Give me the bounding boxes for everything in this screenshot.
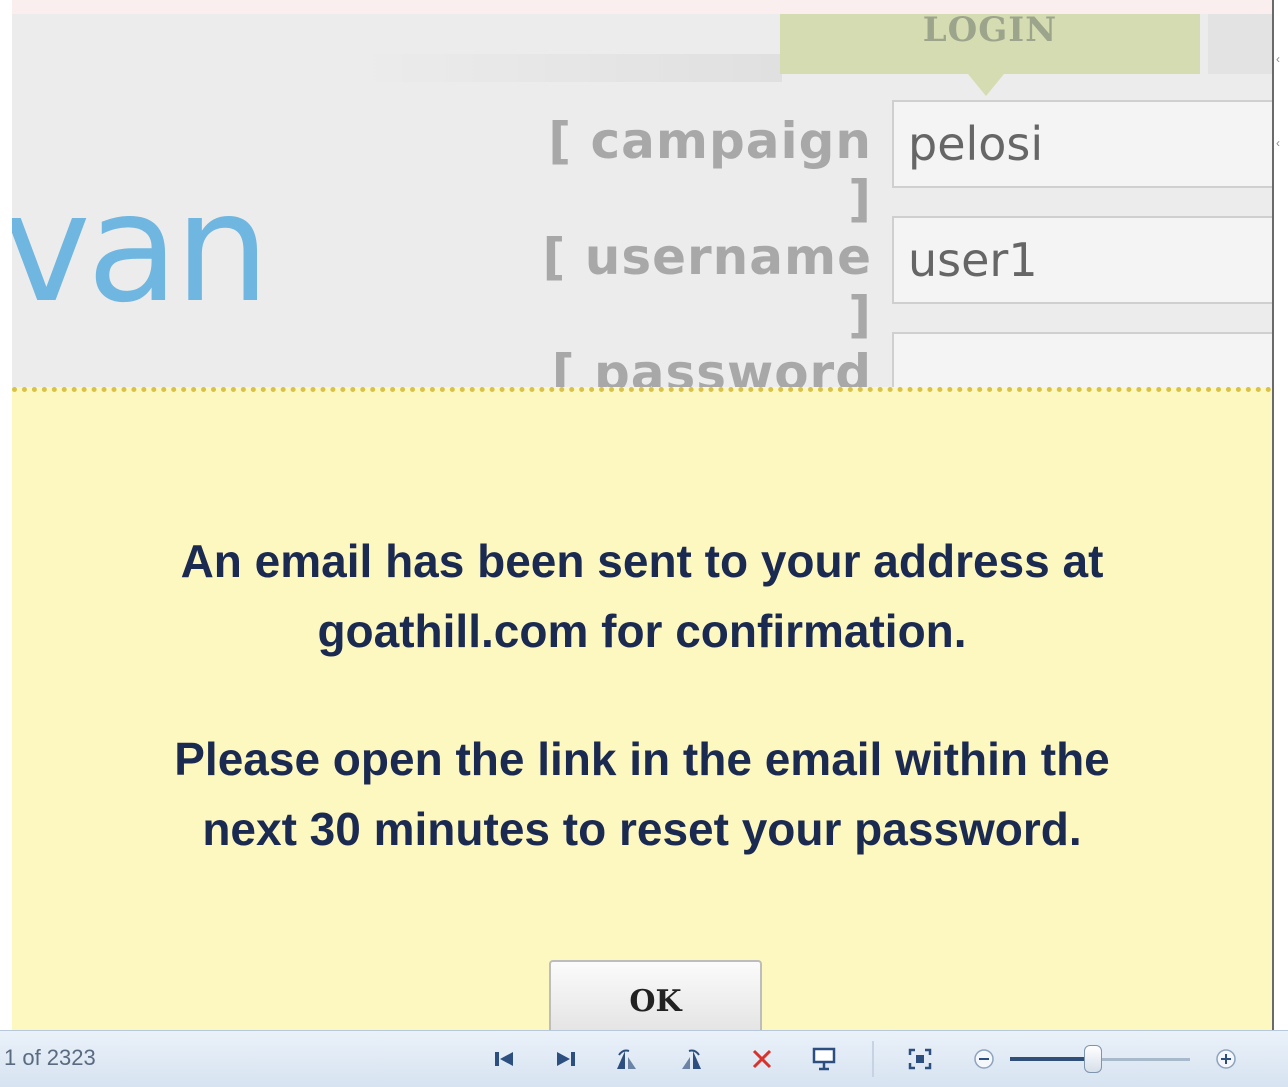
logo: van: [12, 162, 270, 336]
login-tab-label: LOGIN: [922, 14, 1058, 50]
rotate-left-button[interactable]: [606, 1039, 646, 1079]
image-viewer-window: LOGIN van [ campaign ] [ username ] [ pa…: [0, 0, 1288, 1087]
edge-glyph: ‹: [1276, 52, 1280, 66]
edge-glyph: ‹: [1276, 136, 1280, 150]
slideshow-icon: [812, 1047, 836, 1071]
zoom-in-button[interactable]: [1206, 1039, 1246, 1079]
viewer-toolbar: 1 of 2323: [0, 1030, 1288, 1087]
rotate-right-icon: [682, 1049, 701, 1069]
zoom-slider-thumb[interactable]: [1084, 1045, 1102, 1073]
image-counter: 1 of 2323: [4, 1045, 96, 1070]
window-top-edge: [0, 0, 1288, 14]
actual-size-icon: [908, 1048, 932, 1070]
header-band: [352, 54, 782, 82]
ok-button[interactable]: OK: [549, 960, 762, 1035]
login-tab[interactable]: LOGIN: [780, 14, 1200, 74]
rotate-right-button[interactable]: [672, 1039, 712, 1079]
notice-line-2: goathill.com for confirmation.: [317, 605, 967, 657]
notice-line-3: Please open the link in the email within…: [174, 733, 1110, 785]
zoom-out-button[interactable]: [964, 1039, 1004, 1079]
login-tab-pointer: [968, 74, 1004, 96]
window-left-edge: [0, 0, 12, 1030]
previous-icon: [495, 1052, 513, 1066]
zoom-in-icon: [1216, 1049, 1236, 1069]
confirmation-panel: An email has been sent to your address a…: [12, 387, 1272, 1035]
campaign-input[interactable]: [892, 100, 1272, 188]
notice-line-1: An email has been sent to your address a…: [180, 535, 1104, 587]
delete-icon: [752, 1049, 772, 1069]
zoom-out-icon: [974, 1049, 994, 1069]
next-icon: [557, 1052, 575, 1066]
rotate-left-icon: [617, 1049, 636, 1069]
window-right-edge: ‹ ‹: [1272, 0, 1288, 1030]
slideshow-button[interactable]: [804, 1039, 844, 1079]
previous-button[interactable]: [484, 1039, 524, 1079]
tab-strip: [1208, 14, 1272, 74]
delete-button[interactable]: [742, 1039, 782, 1079]
zoom-slider-fill: [1010, 1057, 1090, 1061]
toolbar-separator: [872, 1041, 874, 1077]
username-label: [ username ]: [542, 228, 872, 344]
username-input[interactable]: [892, 216, 1272, 304]
campaign-label: [ campaign ]: [548, 112, 872, 228]
actual-size-button[interactable]: [900, 1039, 940, 1079]
next-button[interactable]: [546, 1039, 586, 1079]
notice-line-4: next 30 minutes to reset your password.: [202, 803, 1082, 855]
